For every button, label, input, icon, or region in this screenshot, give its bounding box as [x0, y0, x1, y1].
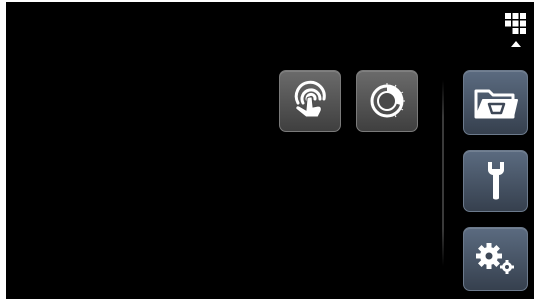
folder-basket-icon [474, 89, 518, 118]
device-screen [6, 2, 534, 299]
timer-dial-icon [370, 83, 405, 118]
caret-up-icon[interactable] [510, 40, 522, 48]
touch-hand-icon [294, 80, 326, 118]
gears-icon [475, 243, 514, 274]
program-folder-button[interactable] [463, 70, 528, 135]
touch-button[interactable] [279, 70, 341, 132]
service-button[interactable] [463, 150, 528, 212]
divider [442, 80, 444, 266]
wrench-icon [487, 162, 504, 200]
timer-button[interactable] [356, 70, 418, 132]
grid-menu-icon[interactable] [505, 13, 526, 34]
settings-button[interactable] [463, 227, 528, 291]
